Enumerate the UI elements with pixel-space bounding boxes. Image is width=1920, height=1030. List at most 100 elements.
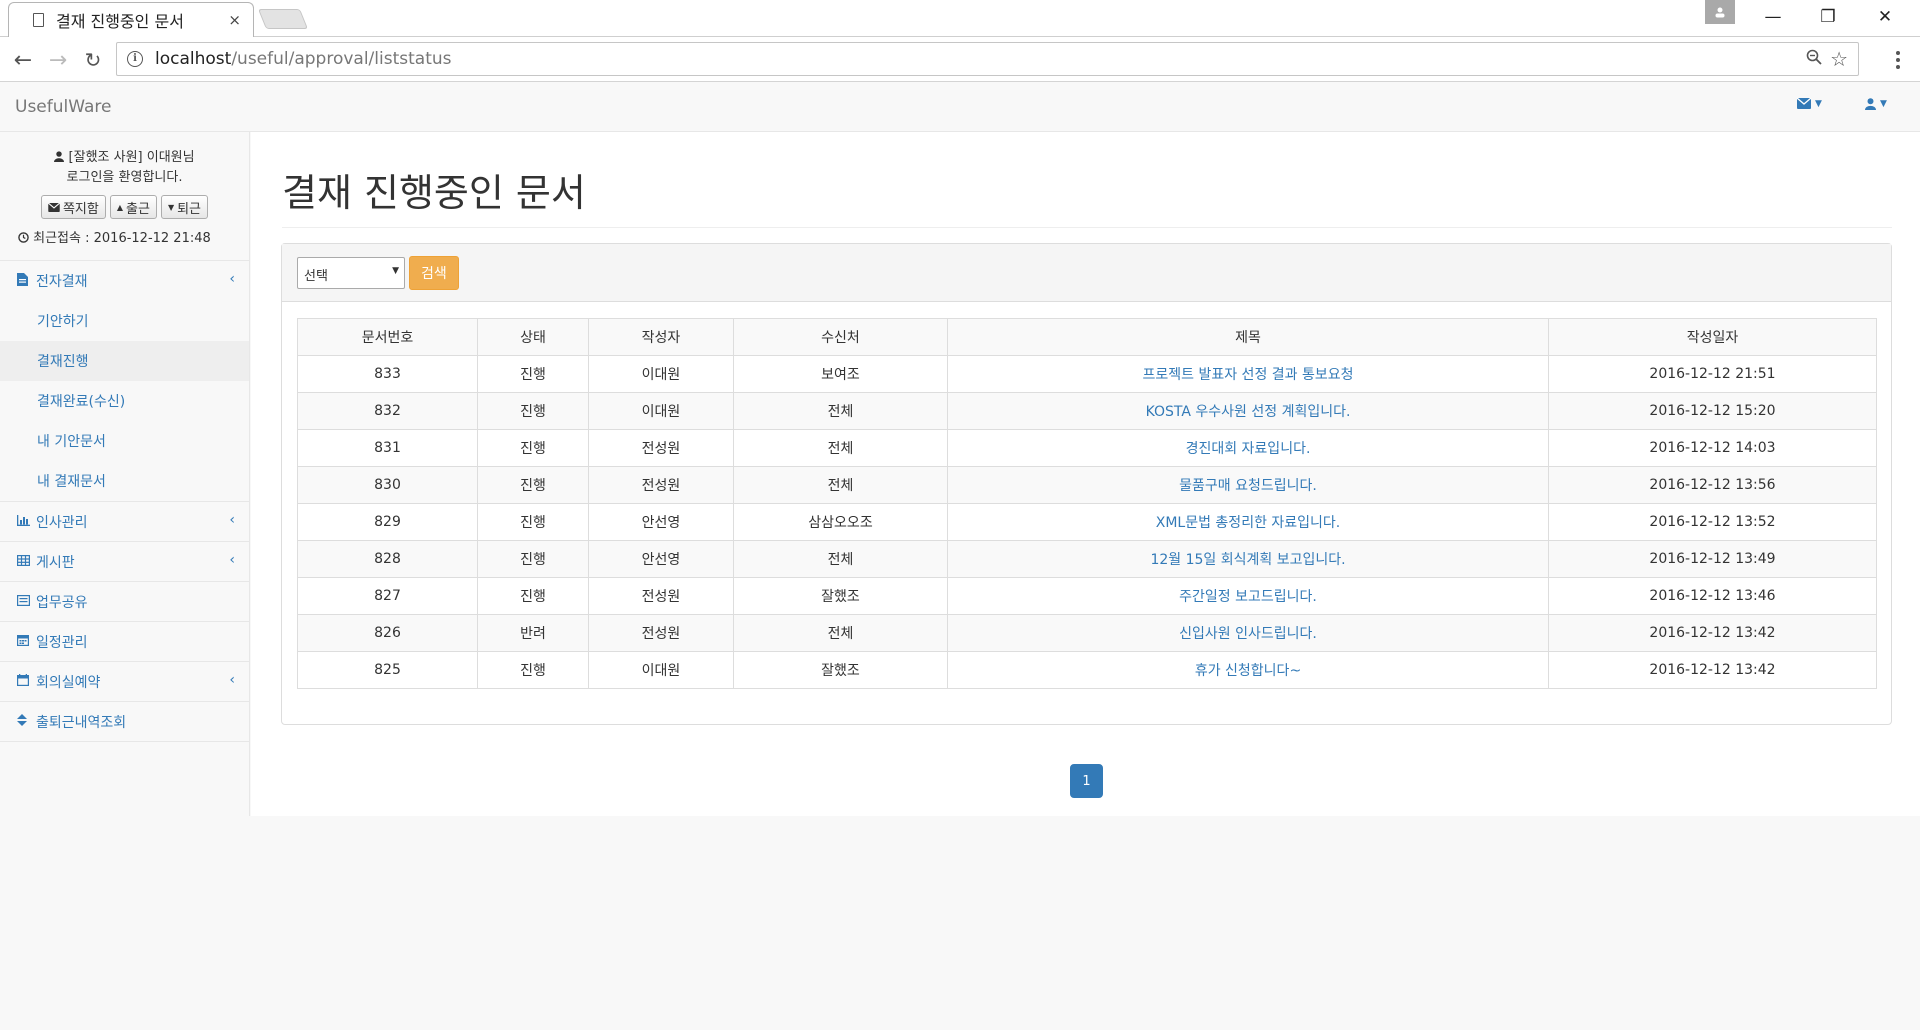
table-icon (17, 554, 33, 569)
table-cell: 2016-12-12 13:46 (1548, 577, 1877, 615)
column-header[interactable]: 수신처 (733, 318, 948, 356)
table-cell: 825 (297, 651, 478, 689)
url-host: localhost (155, 49, 232, 69)
submenu-item-completed[interactable]: 결재완료(수신) (0, 381, 249, 421)
column-header[interactable]: 작성자 (588, 318, 734, 356)
table-row[interactable]: 830 진행 전성원 전체 물품구매 요청드립니다. 2016-12-12 13:56 (297, 466, 1877, 504)
menu-item-approval[interactable]: 전자결재 ‹ (0, 261, 249, 301)
search-button[interactable]: 검색 (409, 255, 459, 290)
table-cell: 829 (297, 503, 478, 541)
submenu-item-my-approvals[interactable]: 내 결재문서 (0, 461, 249, 501)
document-title-link[interactable]: 프로젝트 발표자 선정 결과 통보요청 (947, 355, 1549, 393)
minimize-button[interactable]: — (1750, 2, 1796, 32)
close-window-button[interactable]: ✕ (1862, 2, 1908, 32)
table-row[interactable]: 826 반려 전성원 전체 신입사원 인사드립니다. 2016-12-12 13:42 (297, 614, 1877, 652)
column-header[interactable]: 상태 (477, 318, 589, 356)
browser-menu-icon[interactable] (1888, 45, 1908, 75)
envelope-icon (47, 202, 60, 212)
user-dropdown[interactable]: ▼ (1865, 98, 1887, 110)
last-login: 최근접속 : 2016-12-12 21:48 (10, 227, 239, 246)
main-content: 결재 진행중인 문서 선택 ▼ 검색 문서번호 상태 작성자 수신처 제목 작성… (251, 132, 1920, 816)
table-cell: 안선영 (588, 540, 734, 578)
reload-icon[interactable]: ↻ (78, 45, 108, 75)
filter-select[interactable]: 선택 ▼ (297, 256, 405, 289)
bookmark-star-icon[interactable]: ☆ (1830, 47, 1848, 71)
table-cell: 진행 (477, 540, 589, 578)
table-cell: 827 (297, 577, 478, 615)
table-row[interactable]: 825 진행 이대원 잘했조 휴가 신청합니다~ 2016-12-12 13:42 (297, 651, 1877, 689)
table-header-row: 문서번호 상태 작성자 수신처 제목 작성일자 (297, 318, 1877, 356)
browser-tab[interactable]: 결재 진행중인 문서 × (8, 2, 254, 37)
document-icon (33, 13, 44, 27)
table-row[interactable]: 832 진행 이대원 전체 KOSTA 우수사원 선정 계획입니다. 2016-12-12… (297, 392, 1877, 430)
approval-submenu: 기안하기 결재진행 결재완료(수신) 내 기안문서 내 결재문서 (0, 301, 249, 502)
submenu-item-draft[interactable]: 기안하기 (0, 301, 249, 341)
submenu-label: 내 결재문서 (37, 474, 106, 490)
menu-item-hr[interactable]: 인사관리 ‹ (0, 502, 249, 542)
table-cell: 보여조 (733, 355, 948, 393)
back-arrow-icon[interactable]: ← (8, 45, 38, 75)
column-header[interactable]: 제목 (947, 318, 1549, 356)
table-cell: 전성원 (588, 614, 734, 652)
browser-toolbar: ← → ↻ i localhost/useful/approval/listst… (0, 37, 1920, 82)
submenu-label: 결재진행 (37, 354, 89, 370)
table-cell: 이대원 (588, 392, 734, 430)
menu-item-attendance[interactable]: 출퇴근내역조회 (0, 702, 249, 742)
sort-icon (17, 714, 33, 729)
user-info-box: [잘했조 사원] 이대원님 로그인을 환영합니다. 쪽지함 ▲ 출근 ▼ 퇴근 … (0, 132, 249, 261)
menu-label: 인사관리 (36, 514, 88, 531)
message-box-button[interactable]: 쪽지함 (40, 195, 106, 219)
table-row[interactable]: 833 진행 이대원 보여조 프로젝트 발표자 선정 결과 통보요청 2016-12-12… (297, 355, 1877, 393)
document-title-link[interactable]: 신입사원 인사드립니다. (947, 614, 1549, 652)
menu-item-board[interactable]: 게시판 ‹ (0, 542, 249, 582)
column-header[interactable]: 문서번호 (297, 318, 478, 356)
table-row[interactable]: 829 진행 안선영 삼삼오오조 XML문법 총정리한 자료입니다. 2016-12-12… (297, 503, 1877, 541)
restore-button[interactable]: ❐ (1805, 2, 1851, 32)
address-bar[interactable]: i localhost/useful/approval/liststatus ☆ (116, 42, 1859, 76)
document-title-link[interactable]: 12월 15일 회식계획 보고입니다. (947, 540, 1549, 578)
table-cell: 2016-12-12 14:03 (1548, 429, 1877, 467)
table-cell: 828 (297, 540, 478, 578)
table-cell: 전체 (733, 466, 948, 504)
table-row[interactable]: 831 진행 전성원 전체 경진대회 자료입니다. 2016-12-12 14:03 (297, 429, 1877, 467)
submenu-label: 결재완료(수신) (37, 394, 126, 410)
document-list-panel: 선택 ▼ 검색 문서번호 상태 작성자 수신처 제목 작성일자 833 진행 이대원… (281, 243, 1892, 725)
document-title-link[interactable]: 휴가 신청합니다~ (947, 651, 1549, 689)
checkout-label: 퇴근 (177, 201, 202, 217)
document-title-link[interactable]: 경진대회 자료입니다. (947, 429, 1549, 467)
tab-close-icon[interactable]: × (228, 11, 241, 29)
messages-dropdown[interactable]: ▼ (1797, 98, 1822, 109)
caret-down-icon: ▼ (167, 202, 175, 212)
zoom-icon[interactable] (1806, 49, 1822, 70)
table-row[interactable]: 828 진행 안선영 전체 12월 15일 회식계획 보고입니다. 2016-12-12 … (297, 540, 1877, 578)
menu-item-work-share[interactable]: 업무공유 (0, 582, 249, 622)
info-icon[interactable]: i (127, 51, 143, 67)
brand-logo[interactable]: UsefulWare (15, 97, 111, 117)
menu-label: 회의실예약 (36, 674, 101, 691)
forward-arrow-icon[interactable]: → (43, 45, 73, 75)
chevron-left-icon: ‹ (229, 271, 235, 287)
table-cell: 전성원 (588, 577, 734, 615)
submenu-item-my-drafts[interactable]: 내 기안문서 (0, 421, 249, 461)
menu-item-schedule[interactable]: 일정관리 (0, 622, 249, 662)
table-row[interactable]: 827 진행 전성원 잘했조 주간일정 보고드립니다. 2016-12-12 13:46 (297, 577, 1877, 615)
checkout-button[interactable]: ▼ 퇴근 (160, 195, 209, 219)
menu-label: 게시판 (36, 554, 75, 571)
profile-icon[interactable] (1705, 0, 1735, 24)
document-title-link[interactable]: 주간일정 보고드립니다. (947, 577, 1549, 615)
document-title-link[interactable]: 물품구매 요청드립니다. (947, 466, 1549, 504)
pagination-page-1[interactable]: 1 (1070, 764, 1103, 798)
document-table: 문서번호 상태 작성자 수신처 제목 작성일자 833 진행 이대원 보여조 프로젝트 … (297, 318, 1877, 689)
welcome-line1: [잘했조 사원] 이대원님 (68, 150, 195, 165)
checkin-button[interactable]: ▲ 출근 (109, 195, 157, 219)
new-tab-button[interactable] (257, 9, 309, 29)
menu-item-meeting-room[interactable]: 회의실예약 ‹ (0, 662, 249, 702)
chevron-left-icon: ‹ (229, 672, 235, 688)
submenu-item-in-progress[interactable]: 결재진행 (0, 341, 249, 381)
document-title-link[interactable]: XML문법 총정리한 자료입니다. (947, 503, 1549, 541)
column-header[interactable]: 작성일자 (1548, 318, 1877, 356)
document-title-link[interactable]: KOSTA 우수사원 선정 계획입니다. (947, 392, 1549, 430)
table-cell: 831 (297, 429, 478, 467)
table-cell: 이대원 (588, 651, 734, 689)
menu-label: 일정관리 (36, 634, 88, 651)
